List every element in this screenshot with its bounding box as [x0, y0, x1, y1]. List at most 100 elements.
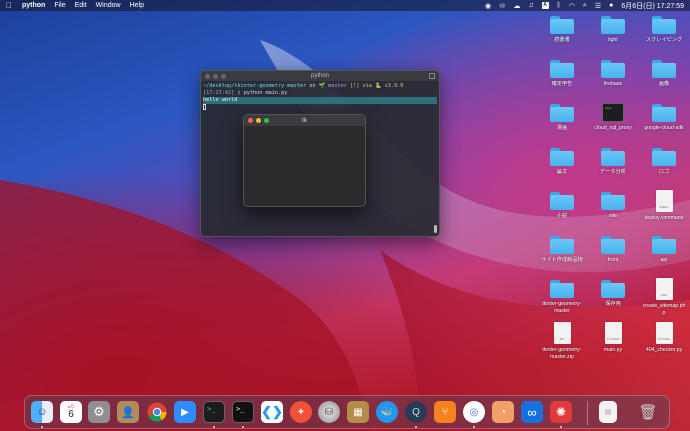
minimize-button[interactable]	[213, 74, 218, 79]
document-file-icon: SHELL	[655, 190, 673, 212]
tk-close-button[interactable]	[248, 118, 253, 123]
desktop-icon-label: light	[608, 37, 618, 43]
desktop-icon[interactable]: 論文	[538, 146, 586, 176]
desktop-icon[interactable]: light	[589, 14, 637, 44]
terminal-content[interactable]: ~/desktop/tkinter-geometry-master on 🌱 m…	[201, 81, 439, 114]
desktop-icon-label: スクレイピング	[645, 37, 683, 43]
infinity-icon[interactable]: ∞	[521, 401, 543, 423]
calendar-icon[interactable]: 6月 6	[60, 401, 82, 423]
scrollbar[interactable]	[434, 225, 437, 233]
desktop-icon[interactable]: スクレイピング	[640, 14, 688, 44]
record-icon[interactable]: ◉	[485, 2, 491, 10]
menu-app-python[interactable]: python	[22, 2, 45, 9]
desktop-icon[interactable]: exec cloud_sql_proxy	[589, 102, 637, 132]
system-preferences-icon[interactable]: ⚙	[88, 401, 110, 423]
prompt-line: ~/desktop/tkinter-geometry-master on 🌱 m…	[203, 83, 404, 89]
file-type-tag: exec	[605, 106, 612, 110]
file-type-tag: SHELL	[659, 205, 669, 209]
folder-icon	[550, 60, 574, 78]
sourcetree-icon[interactable]: ⑂	[434, 401, 456, 423]
tk-minimize-button[interactable]	[256, 118, 261, 123]
close-button[interactable]	[205, 74, 210, 79]
desktop-icon-label: 論文	[556, 169, 568, 175]
desktop-icon[interactable]: 漫画	[538, 102, 586, 132]
desktop-icon-label: site	[608, 213, 618, 219]
desktop-icon[interactable]: サイト作成納品物	[538, 234, 586, 264]
sequel-ace-icon[interactable]: ⛁	[318, 401, 340, 423]
desktop-icon[interactable]: 確定申告	[538, 58, 586, 88]
quicktime-icon[interactable]: Q	[405, 401, 427, 423]
branch-icon: 🌱	[318, 83, 326, 89]
file-type-tag: ZIP	[559, 337, 565, 341]
fullscreen-icon[interactable]	[429, 73, 435, 79]
desktop-icon[interactable]: PYTHON 404_checker.py	[640, 322, 688, 354]
menu-window[interactable]: Window	[96, 2, 121, 9]
desktop-icon[interactable]: PHP create_sitemap.ph p	[640, 278, 688, 317]
control-center-icon[interactable]: ☰	[595, 2, 601, 10]
desktop-icon-label: 画像	[658, 81, 670, 87]
desktop-icon[interactable]: データ分析	[589, 146, 637, 176]
music-icon[interactable]: ♫	[528, 2, 533, 9]
desktop-icon[interactable]: 小説	[538, 190, 586, 220]
tk-titlebar[interactable]: tk	[244, 115, 365, 126]
contacts-icon[interactable]: 👤	[117, 401, 139, 423]
cloud-icon[interactable]: ☁	[513, 2, 520, 10]
desktop-icon[interactable]: tkinter-geometry- master	[538, 278, 586, 315]
zoom-icon[interactable]: ▶	[174, 401, 196, 423]
tk-zoom-button[interactable]	[264, 118, 269, 123]
desktop-icon[interactable]: ZIP tkinter-geometry- master.zip	[538, 322, 586, 361]
desktop-icon-label: 保存用	[605, 301, 621, 307]
folder-icon	[601, 60, 625, 78]
bluetooth-icon[interactable]: ᛒ	[557, 2, 561, 9]
search-icon[interactable]: ⌕	[583, 2, 587, 10]
desktop-icon[interactable]: 画像	[640, 58, 688, 88]
zoom-button[interactable]	[221, 74, 226, 79]
calendar-day: 6	[68, 409, 74, 420]
executable-icon: exec	[602, 103, 624, 122]
archive-utility-icon[interactable]: ▦	[347, 401, 369, 423]
desktop-icon[interactable]: api	[640, 234, 688, 264]
desktop-icon[interactable]: 保存用	[589, 278, 637, 308]
menu-file[interactable]: File	[54, 2, 65, 9]
desktop-icon-label: create_sitemap.ph p	[642, 303, 686, 316]
terminal-icon[interactable]: >_	[203, 401, 225, 423]
input-a-icon[interactable]: A	[541, 2, 549, 9]
docker-icon[interactable]: 🐳	[376, 401, 398, 423]
apple-menu-icon[interactable]: 	[6, 1, 12, 10]
desktop-icon[interactable]: front	[589, 234, 637, 264]
terminal-title: python	[310, 73, 329, 79]
folder-icon	[652, 60, 676, 78]
vscode-icon[interactable]: ❮❯	[261, 401, 283, 423]
preview-icon[interactable]: ◔	[492, 401, 514, 423]
command-text: python main.py	[243, 90, 288, 96]
trash-icon[interactable]: 🗑	[637, 401, 659, 423]
desktop-icon[interactable]: firebase	[589, 58, 637, 88]
desktop-icon-label: main.py	[603, 347, 623, 353]
tk-title: tk	[302, 117, 307, 124]
document-icon[interactable]: ▤	[599, 401, 617, 423]
folder-icon	[652, 236, 676, 254]
terminal-titlebar[interactable]: python	[201, 71, 439, 81]
chrome-icon[interactable]	[146, 401, 168, 423]
menu-edit[interactable]: Edit	[75, 2, 87, 9]
desktop-icon[interactable]: SHELL deploy.command	[640, 190, 688, 222]
swift-icon[interactable]: ✦	[290, 401, 312, 423]
wifi-icon[interactable]: ◠	[569, 2, 575, 10]
creative-cloud-icon[interactable]: ♾	[499, 2, 505, 10]
menu-bar:  python File Edit Window Help ◉ ♾ ☁ ♫ A…	[0, 0, 690, 11]
clock[interactable]: 6月6日(日) 17:27:59	[621, 1, 684, 11]
iterm-icon[interactable]: >_	[232, 401, 254, 423]
app-icon[interactable]: ◎	[463, 401, 485, 423]
desktop-icon[interactable]: 読書書	[538, 14, 586, 44]
desktop-icon[interactable]: PYTHON main.py	[589, 322, 637, 354]
desktop-icon[interactable]: google-cloud-sdk	[640, 102, 688, 132]
clock-app-icon[interactable]: ✺	[550, 401, 572, 423]
desktop-icon[interactable]: site	[589, 190, 637, 220]
notification-icon[interactable]: ●	[609, 2, 613, 9]
desktop-icon[interactable]: ロゴ	[640, 146, 688, 176]
python-version: v3.9.0	[384, 83, 404, 89]
menu-help[interactable]: Help	[130, 2, 144, 9]
finder-icon[interactable]: ☺	[31, 401, 53, 423]
tk-window[interactable]: tk	[243, 114, 366, 207]
running-indicator	[242, 426, 244, 428]
